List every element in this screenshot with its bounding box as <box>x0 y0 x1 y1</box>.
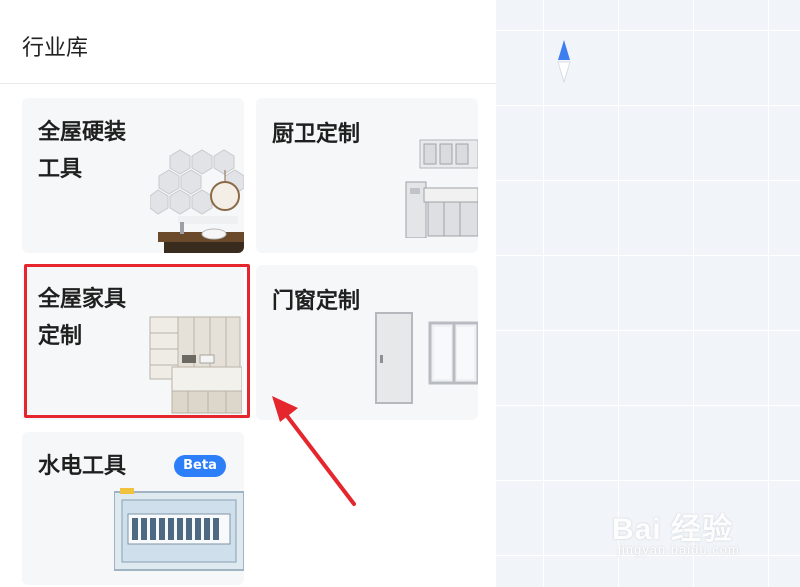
industry-library-panel: 行业库 全屋硬装 工具 厨卫定制 全屋家具 定制 门窗定制 水电工具 Beta <box>0 0 496 587</box>
red-arrow-pointer <box>272 396 356 506</box>
kitchen-cabinet-icon <box>405 139 478 238</box>
card-water-electric-tool[interactable]: 水电工具 Beta <box>22 432 244 585</box>
card-whole-house-hard-decoration[interactable]: 全屋硬装 工具 <box>22 98 244 253</box>
bathroom-wall-icon <box>150 149 244 253</box>
bedroom-furniture-icon <box>149 316 242 414</box>
card-label: 门窗定制 <box>272 289 361 314</box>
card-label: 厨卫定制 <box>272 122 361 147</box>
card-whole-house-furniture-customization[interactable]: 全屋家具 定制 <box>22 265 244 420</box>
panel-header: 行业库 <box>0 0 496 84</box>
panel-title: 行业库 <box>22 36 89 61</box>
design-canvas-grid[interactable] <box>496 0 800 587</box>
distribution-box-icon <box>114 488 244 571</box>
card-label: 全屋硬装 工具 <box>38 120 127 182</box>
compass-icon[interactable] <box>556 38 572 86</box>
door-window-icon <box>375 312 478 404</box>
beta-badge: Beta <box>174 455 226 477</box>
card-label: 全屋家具 定制 <box>38 287 127 349</box>
card-kitchen-bath-customization[interactable]: 厨卫定制 <box>256 98 478 253</box>
watermark-url-text: jingyan.baidu.com <box>618 542 740 557</box>
baidu-jingyan-watermark: Bai 经验 jingyan.baidu.com <box>612 504 772 564</box>
card-label: 水电工具 <box>38 454 127 479</box>
